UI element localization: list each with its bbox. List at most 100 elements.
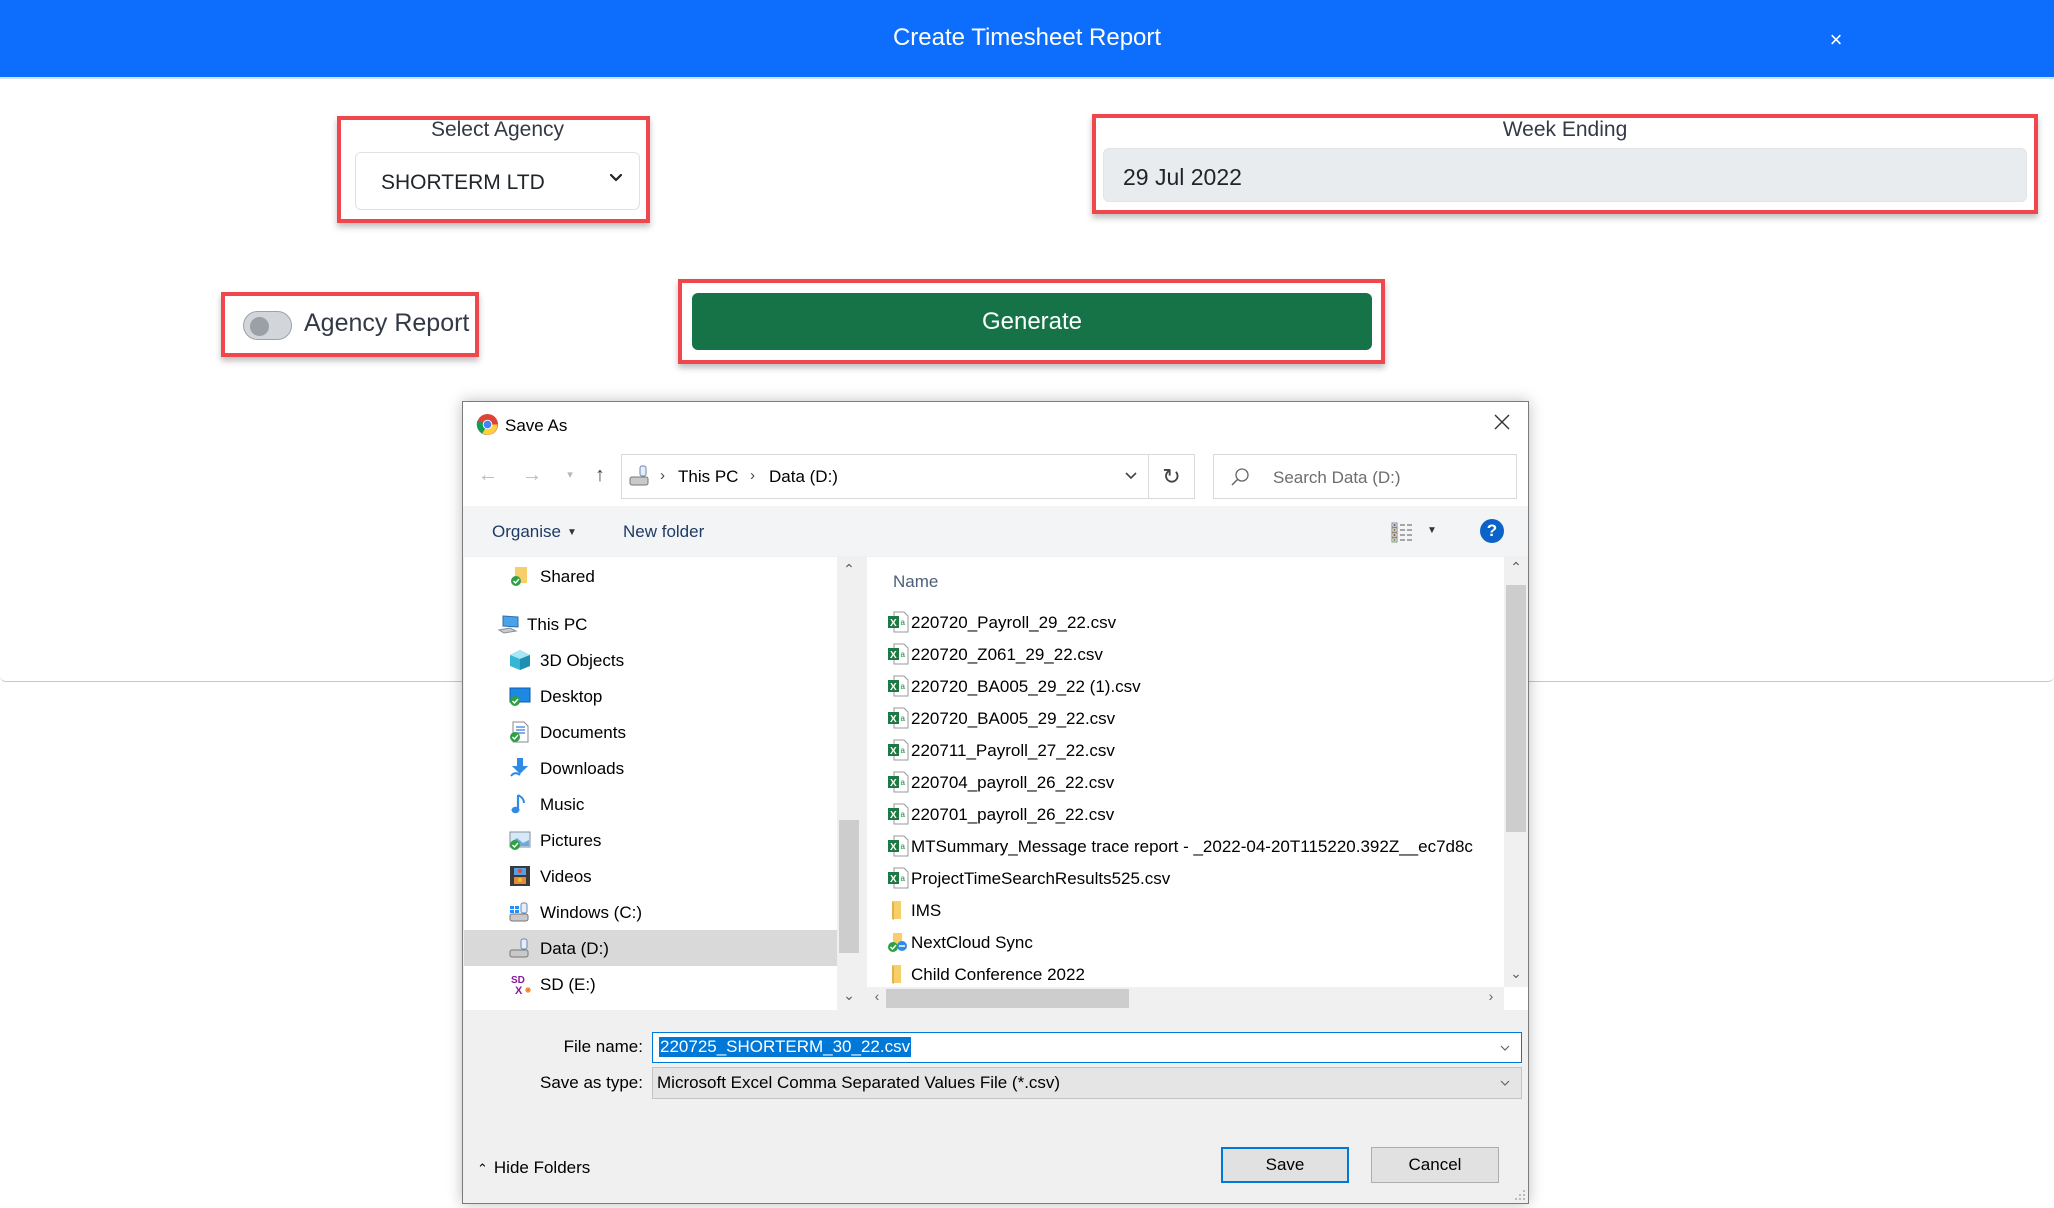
week-ending-field[interactable]: 29 Jul 2022 — [1103, 148, 2027, 202]
hide-folders-toggle[interactable]: ⌃ Hide Folders — [477, 1158, 590, 1178]
nav-item-this-pc[interactable]: This PC — [464, 606, 837, 642]
file-list-item[interactable]: Xa 220701_payroll_26_22.csv — [867, 799, 1504, 831]
search-input[interactable]: Search Data (D:) — [1213, 454, 1517, 499]
folder-icon — [887, 963, 909, 985]
recent-locations-chevron-icon[interactable]: ▾ — [559, 464, 581, 486]
resize-grip-icon[interactable] — [1514, 1189, 1526, 1201]
data-drive-icon — [509, 938, 529, 958]
nav-item-3d-objects[interactable]: 3D Objects — [464, 642, 837, 678]
scroll-left-arrow-icon[interactable]: ‹ — [867, 988, 887, 1004]
chevron-down-icon — [609, 173, 623, 182]
file-list-vertical-scrollbar[interactable]: ⌃ ⌄ — [1504, 557, 1528, 987]
file-name: 220720_BA005_29_22.csv — [911, 709, 1116, 728]
nav-item-shared[interactable]: Shared — [464, 558, 837, 594]
page: Create Timesheet Report × Select Agency … — [0, 0, 2054, 1208]
file-name: 220704_payroll_26_22.csv — [911, 773, 1115, 792]
view-options-icon[interactable] — [1391, 521, 1413, 543]
nav-item-pictures[interactable]: Pictures — [464, 822, 837, 858]
scroll-right-arrow-icon[interactable]: › — [1481, 988, 1501, 1004]
svg-text:X: X — [890, 810, 897, 821]
svg-text:X: X — [890, 746, 897, 757]
svg-text:X: X — [515, 985, 523, 995]
nav-label: Desktop — [540, 687, 603, 706]
command-bar: Organise ▼ New folder ▼ ? — [463, 506, 1528, 556]
file-list-horizontal-scrollbar[interactable]: ‹ › — [867, 987, 1504, 1010]
nav-pane-scrollbar[interactable]: ⌃ ⌄ — [837, 557, 861, 1010]
file-list-item[interactable]: Xa 220720_BA005_29_22.csv — [867, 703, 1504, 735]
file-list-item[interactable]: Xa 220720_Z061_29_22.csv — [867, 639, 1504, 671]
hide-folders-label: Hide Folders — [493, 1158, 591, 1177]
up-arrow-icon[interactable]: ↑ — [589, 464, 611, 486]
scroll-down-arrow-icon[interactable]: ⌄ — [839, 987, 859, 1004]
cancel-button[interactable]: Cancel — [1371, 1147, 1499, 1183]
help-icon[interactable]: ? — [1480, 519, 1504, 543]
scroll-down-arrow-icon[interactable]: ⌄ — [1506, 965, 1526, 982]
generate-button[interactable]: Generate — [692, 293, 1372, 350]
nav-item-music[interactable]: Music — [464, 786, 837, 822]
file-name: 220701_payroll_26_22.csv — [911, 805, 1115, 824]
refresh-icon[interactable]: ↻ — [1149, 454, 1195, 499]
pictures-icon — [509, 831, 531, 850]
agency-report-toggle[interactable] — [243, 311, 292, 340]
csv-file-icon: Xa — [887, 803, 909, 825]
column-header-name[interactable]: Name — [893, 572, 938, 592]
scrollbar-thumb[interactable] — [839, 820, 859, 953]
csv-file-icon: Xa — [887, 835, 909, 857]
file-list-item[interactable]: Xa 220720_BA005_29_22 (1).csv — [867, 671, 1504, 703]
file-list-item[interactable]: Child Conference 2022 — [867, 959, 1504, 987]
file-name: Child Conference 2022 — [911, 965, 1085, 984]
scroll-up-arrow-icon[interactable]: ⌃ — [1506, 559, 1526, 576]
forward-arrow-icon[interactable]: → — [521, 464, 543, 486]
music-icon — [511, 794, 525, 814]
chevron-down-icon[interactable] — [1124, 469, 1138, 483]
modal-title: Create Timesheet Report — [892, 24, 1162, 51]
save-as-type-select[interactable]: Microsoft Excel Comma Separated Values F… — [652, 1067, 1522, 1099]
csv-file-icon: Xa — [887, 771, 909, 793]
breadcrumb-separator: › — [750, 467, 755, 484]
view-dropdown-triangle-icon[interactable]: ▼ — [1427, 525, 1437, 536]
agency-select[interactable]: SHORTERM LTD — [355, 152, 640, 210]
breadcrumb-this-pc[interactable]: This PC — [678, 467, 738, 487]
scrollbar-thumb[interactable] — [886, 989, 1129, 1008]
nav-label: Documents — [540, 723, 626, 742]
svg-text:a: a — [901, 746, 906, 755]
file-name-input[interactable]: 220725_SHORTERM_30_22.csv — [652, 1032, 1522, 1063]
folder-icon — [887, 899, 909, 921]
svg-text:a: a — [901, 842, 906, 851]
svg-text:X: X — [890, 714, 897, 725]
scroll-up-arrow-icon[interactable]: ⌃ — [839, 561, 859, 578]
close-icon[interactable] — [1490, 410, 1514, 434]
organise-menu[interactable]: Organise ▼ — [492, 522, 577, 542]
file-name-label: File name: — [563, 1037, 643, 1056]
breadcrumb-data-d[interactable]: Data (D:) — [769, 467, 838, 487]
csv-file-icon: Xa — [887, 707, 909, 729]
file-list-item[interactable]: IMS — [867, 895, 1504, 927]
svg-text:X: X — [890, 682, 897, 693]
svg-text:a: a — [901, 778, 906, 787]
navigation-bar: ← → ▾ ↑ › This PC › Data (D:) ↻ Search D… — [463, 446, 1528, 506]
chevron-down-icon[interactable] — [1499, 1042, 1511, 1054]
file-list-item[interactable]: NextCloud Sync — [867, 927, 1504, 959]
videos-icon — [510, 866, 530, 886]
file-list-item[interactable]: Xa ProjectTimeSearchResults525.csv — [867, 863, 1504, 895]
nav-item-sd-e[interactable]: SD X SD (E:) — [464, 966, 837, 1002]
nav-item-videos[interactable]: Videos — [464, 858, 837, 894]
nav-item-desktop[interactable]: Desktop — [464, 678, 837, 714]
nav-item-documents[interactable]: Documents — [464, 714, 837, 750]
file-list-item[interactable]: Xa 220711_Payroll_27_22.csv — [867, 735, 1504, 767]
file-list-item[interactable]: Xa MTSummary_Message trace report - _2022… — [867, 831, 1504, 863]
nav-item-downloads[interactable]: Downloads — [464, 750, 837, 786]
save-button[interactable]: Save — [1221, 1147, 1349, 1183]
scrollbar-thumb[interactable] — [1506, 585, 1526, 832]
nav-item-windows-c[interactable]: Windows (C:) — [464, 894, 837, 930]
address-bar[interactable]: › This PC › Data (D:) — [621, 454, 1149, 499]
svg-text:a: a — [901, 714, 906, 723]
nav-item-data-d[interactable]: Data (D:) — [464, 930, 837, 966]
save-as-type-value: Microsoft Excel Comma Separated Values F… — [657, 1073, 1061, 1092]
scrollbar-corner — [1504, 987, 1528, 1010]
back-arrow-icon[interactable]: ← — [477, 464, 499, 486]
close-icon[interactable]: × — [1826, 28, 1846, 52]
new-folder-button[interactable]: New folder — [623, 522, 704, 542]
file-list-item[interactable]: Xa 220704_payroll_26_22.csv — [867, 767, 1504, 799]
file-list-item[interactable]: Xa 220720_Payroll_29_22.csv — [867, 607, 1504, 639]
